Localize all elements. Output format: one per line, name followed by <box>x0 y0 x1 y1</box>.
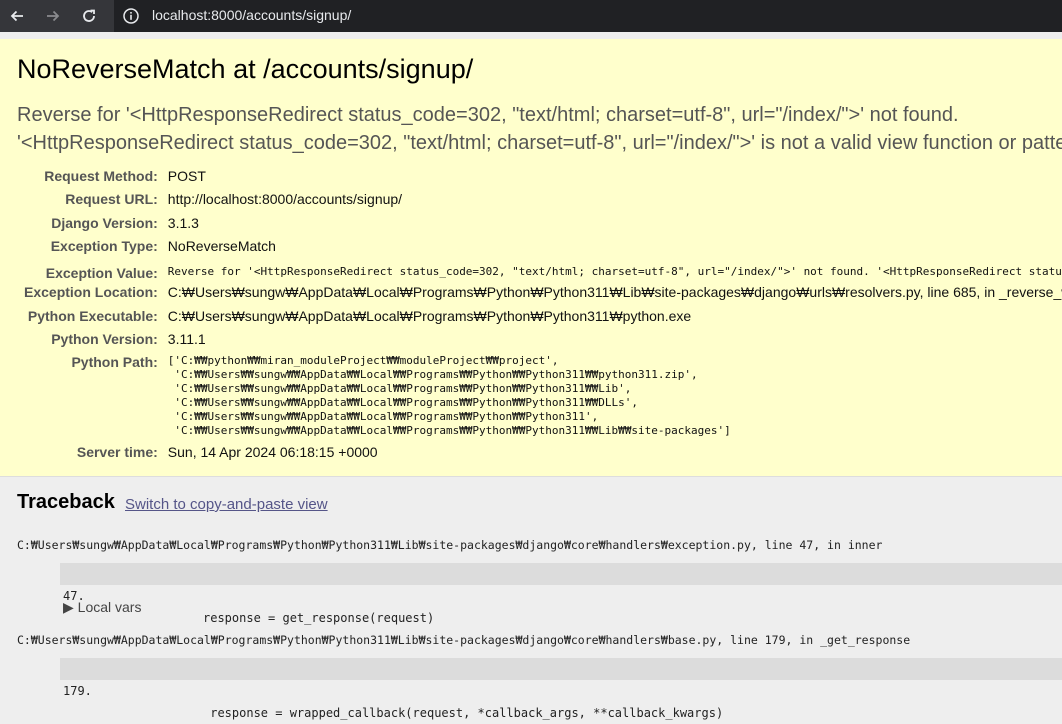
reload-icon[interactable] <box>78 5 100 27</box>
meta-label: Request URL: <box>65 191 158 208</box>
meta-value: POST <box>167 168 206 184</box>
meta-row-server-time: Server time: Sun, 14 Apr 2024 06:18:15 +… <box>24 444 1062 467</box>
local-vars-toggle[interactable]: ▶ Local vars <box>63 599 141 616</box>
line-number: 179. <box>63 684 92 698</box>
meta-label: Django Version: <box>51 214 158 231</box>
code-line: response = get_response(request) <box>203 611 435 625</box>
meta-value: ['C:₩₩python₩₩miran_moduleProject₩₩modul… <box>168 354 1062 444</box>
back-arrow-icon[interactable] <box>6 5 28 27</box>
meta-value: 3.1.3 <box>167 214 199 231</box>
meta-row-request-method: Request Method: POST <box>24 168 1062 191</box>
meta-label: Request Method: <box>44 168 158 184</box>
meta-label: Exception Location: <box>24 284 158 301</box>
code-line: response = wrapped_callback(request, *ca… <box>203 706 724 720</box>
page-title: NoReverseMatch at /accounts/signup/ <box>17 54 474 84</box>
meta-value: http://localhost:8000/accounts/signup/ <box>167 191 403 208</box>
frame-filename: C:₩Users₩sungw₩AppData₩Local₩Programs₩Py… <box>17 633 911 647</box>
meta-label: Python Path: <box>71 354 158 371</box>
meta-label: Exception Value: <box>45 265 158 282</box>
meta-row-django-version: Django Version: 3.1.3 <box>24 215 1062 238</box>
meta-row-python-version: Python Version: 3.11.1 <box>24 331 1062 354</box>
python-path-list: ['C:₩₩python₩₩miran_moduleProject₩₩modul… <box>167 354 731 438</box>
meta-row-exception-value: Exception Value: Reverse for '<HttpRespo… <box>24 261 1062 284</box>
frame-context-line: 179. response = wrapped_callback(request… <box>60 658 1062 720</box>
meta-label: Python Executable: <box>27 307 158 324</box>
meta-value: NoReverseMatch <box>167 237 276 254</box>
exception-message: Reverse for '<HttpResponseRedirect statu… <box>17 104 1062 154</box>
error-summary: NoReverseMatch at /accounts/signup/ Reve… <box>0 39 1062 477</box>
info-icon[interactable] <box>122 7 140 29</box>
meta-label: Server time: <box>76 444 158 461</box>
meta-row-request-url: Request URL: http://localhost:8000/accou… <box>24 191 1062 214</box>
meta-label: Exception Type: <box>50 237 158 254</box>
meta-value: Reverse for '<HttpResponseRedirect statu… <box>168 261 1062 284</box>
forward-arrow-icon[interactable] <box>42 5 64 27</box>
meta-value: C:₩Users₩sungw₩AppData₩Local₩Programs₩Py… <box>167 307 692 324</box>
address-bar[interactable]: localhost:8000/accounts/signup/ <box>114 0 1062 32</box>
browser-toolbar: localhost:8000/accounts/signup/ <box>0 0 1062 32</box>
meta-row-python-executable: Python Executable: C:₩Users₩sungw₩AppDat… <box>24 308 1062 331</box>
meta-row-exception-type: Exception Type: NoReverseMatch <box>24 238 1062 261</box>
frame-filename: C:₩Users₩sungw₩AppData₩Local₩Programs₩Py… <box>17 538 883 552</box>
traceback-heading: Traceback <box>17 491 115 513</box>
switch-to-copy-paste-link[interactable]: Switch to copy-and-paste view <box>125 496 328 513</box>
meta-label: Python Version: <box>51 331 158 348</box>
request-meta-table: Request Method: POST Request URL: http:/… <box>24 168 1062 468</box>
url-text[interactable]: localhost:8000/accounts/signup/ <box>152 7 351 23</box>
frame-context-line: 47. response = get_response(request) <box>60 563 1062 625</box>
meta-row-python-path: Python Path: ['C:₩₩python₩₩miran_moduleP… <box>24 354 1062 444</box>
meta-value: Sun, 14 Apr 2024 06:18:15 +0000 <box>167 444 378 461</box>
exception-value: Reverse for '<HttpResponseRedirect statu… <box>167 265 1062 279</box>
meta-row-exception-location: Exception Location: C:₩Users₩sungw₩AppDa… <box>24 284 1062 307</box>
meta-value: 3.11.1 <box>167 331 206 348</box>
meta-value: C:₩Users₩sungw₩AppData₩Local₩Programs₩Py… <box>167 284 1062 301</box>
